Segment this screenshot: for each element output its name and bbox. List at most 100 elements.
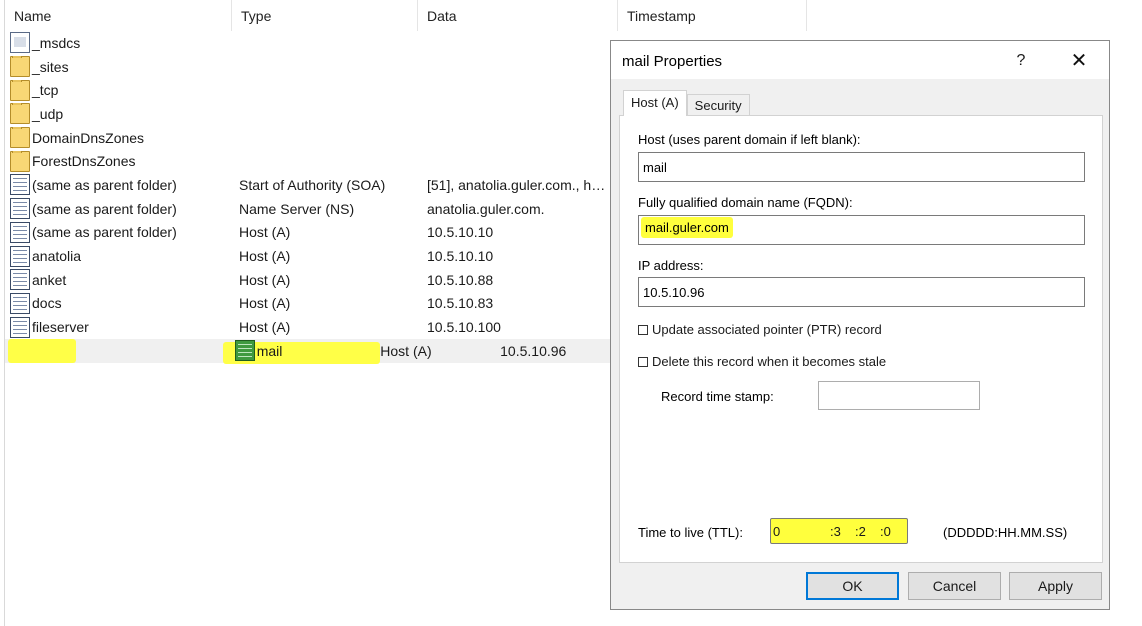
tab-security[interactable]: Security bbox=[686, 94, 750, 116]
ttl-input[interactable]: 0 :3 :2 :0 bbox=[770, 518, 908, 544]
row-name: fileserver bbox=[32, 319, 89, 336]
list-rows: _msdcs _sites _tcp _udp DomainDnsZones F… bbox=[5, 31, 615, 364]
ttl-days[interactable]: 0 bbox=[773, 524, 780, 539]
zone-icon bbox=[10, 32, 30, 54]
type-cell: Name Server (NS) bbox=[239, 200, 355, 217]
ip-address-input[interactable]: 10.5.10.96 bbox=[638, 277, 1085, 307]
folder-icon bbox=[10, 150, 30, 172]
data-cell: [51], anatolia.guler.com., ho... bbox=[427, 176, 610, 193]
list-item[interactable]: (same as parent folder) Name Server (NS)… bbox=[5, 197, 615, 221]
list-item[interactable]: docs Host (A) 10.5.10.83 bbox=[5, 292, 615, 316]
type-cell: Host (A) bbox=[239, 295, 291, 312]
column-header-name[interactable]: Name bbox=[5, 0, 232, 31]
name-cell: (same as parent folder) bbox=[5, 198, 234, 220]
tab-strip: Host (A) Security bbox=[623, 90, 750, 116]
ttl-format-hint: (DDDDD:HH.MM.SS) bbox=[943, 525, 1068, 540]
data-cell: 10.5.10.83 bbox=[427, 295, 494, 312]
row-name: (same as parent folder) bbox=[32, 200, 177, 217]
row-name: mail bbox=[256, 342, 283, 359]
data-cell: 10.5.10.100 bbox=[427, 319, 501, 336]
list-item[interactable]: _sites bbox=[5, 55, 615, 79]
row-name: _tcp bbox=[32, 82, 59, 99]
data-cell: 10.5.10.10 bbox=[427, 224, 494, 241]
ok-button[interactable]: OK bbox=[806, 572, 899, 600]
name-cell: ForestDnsZones bbox=[5, 150, 234, 172]
ttl-hours[interactable]: :3 bbox=[830, 524, 841, 539]
row-name: DomainDnsZones bbox=[32, 129, 145, 146]
name-cell: anatolia bbox=[5, 245, 234, 267]
delete-stale-checkbox[interactable]: Delete this record when it becomes stale bbox=[638, 354, 886, 369]
tab-host-a[interactable]: Host (A) bbox=[623, 90, 687, 116]
list-item-selected[interactable]: mail Host (A) 10.5.10.96 bbox=[5, 338, 615, 364]
folder-icon bbox=[10, 103, 30, 125]
ttl-seconds[interactable]: :0 bbox=[880, 524, 891, 539]
name-cell: _msdcs bbox=[5, 32, 234, 54]
type-cell: Host (A) bbox=[380, 342, 432, 359]
record-icon bbox=[10, 316, 30, 338]
name-cell: (same as parent folder) bbox=[5, 174, 234, 196]
column-header-data[interactable]: Data bbox=[418, 0, 618, 31]
fqdn-input[interactable]: mail.guler.com bbox=[638, 215, 1085, 245]
row-name: (same as parent folder) bbox=[32, 176, 177, 193]
list-item[interactable]: anatolia Host (A) 10.5.10.10 bbox=[5, 244, 615, 268]
name-cell: _sites bbox=[5, 56, 234, 78]
row-name: _udp bbox=[32, 105, 64, 122]
list-header: Name Type Data Timestamp bbox=[5, 0, 807, 31]
update-ptr-checkbox[interactable]: Update associated pointer (PTR) record bbox=[638, 322, 882, 337]
list-item[interactable]: (same as parent folder) Host (A) 10.5.10… bbox=[5, 221, 615, 245]
type-cell: Host (A) bbox=[239, 224, 291, 241]
list-item[interactable]: _udp bbox=[5, 102, 615, 126]
name-cell: _udp bbox=[5, 103, 234, 125]
cancel-button[interactable]: Cancel bbox=[908, 572, 1001, 600]
row-name: (same as parent folder) bbox=[32, 224, 177, 241]
list-item[interactable]: DomainDnsZones bbox=[5, 126, 615, 150]
help-button[interactable]: ? bbox=[1006, 49, 1036, 73]
list-item[interactable]: ForestDnsZones bbox=[5, 149, 615, 173]
ttl-minutes[interactable]: :2 bbox=[855, 524, 866, 539]
row-name: docs bbox=[32, 295, 62, 312]
update-ptr-label: Update associated pointer (PTR) record bbox=[652, 322, 882, 337]
record-icon bbox=[10, 292, 30, 314]
type-cell: Host (A) bbox=[239, 319, 291, 336]
apply-button[interactable]: Apply bbox=[1009, 572, 1102, 600]
record-icon bbox=[10, 269, 30, 291]
column-header-type[interactable]: Type bbox=[232, 0, 418, 31]
row-name: anket bbox=[32, 271, 67, 288]
record-icon bbox=[10, 174, 30, 196]
dialog-titlebar[interactable]: mail Properties ? ✕ bbox=[611, 41, 1109, 79]
host-a-panel: Host (uses parent domain if left blank):… bbox=[619, 115, 1103, 563]
record-icon bbox=[10, 245, 30, 267]
highlight-mark bbox=[8, 338, 76, 363]
name-cell: docs bbox=[5, 292, 234, 314]
list-item[interactable]: anket Host (A) 10.5.10.88 bbox=[5, 268, 615, 292]
host-label: Host (uses parent domain if left blank): bbox=[638, 132, 861, 147]
type-cell: Start of Authority (SOA) bbox=[239, 176, 386, 193]
list-item[interactable]: _msdcs bbox=[5, 31, 615, 55]
checkbox-box bbox=[638, 356, 648, 367]
record-icon bbox=[10, 198, 30, 220]
row-name: _sites bbox=[32, 58, 69, 75]
data-cell: anatolia.guler.com. bbox=[427, 200, 545, 217]
list-item[interactable]: (same as parent folder) Start of Authori… bbox=[5, 173, 615, 197]
type-cell: Host (A) bbox=[239, 271, 291, 288]
name-cell: mail bbox=[230, 340, 376, 362]
column-header-timestamp[interactable]: Timestamp bbox=[618, 0, 807, 31]
dialog-title: mail Properties bbox=[622, 53, 723, 70]
list-item[interactable]: fileserver Host (A) 10.5.10.100 bbox=[5, 315, 615, 339]
ip-address-label: IP address: bbox=[638, 258, 704, 273]
fqdn-label: Fully qualified domain name (FQDN): bbox=[638, 195, 853, 210]
data-cell: 10.5.10.88 bbox=[427, 271, 494, 288]
fqdn-value: mail.guler.com bbox=[641, 217, 733, 238]
folder-icon bbox=[10, 127, 30, 149]
close-button[interactable]: ✕ bbox=[1059, 49, 1099, 73]
folder-icon bbox=[10, 79, 30, 101]
name-cell: fileserver bbox=[5, 316, 234, 338]
host-input[interactable]: mail bbox=[638, 152, 1085, 182]
checkbox-box bbox=[638, 324, 648, 335]
record-icon bbox=[10, 221, 30, 243]
list-item[interactable]: _tcp bbox=[5, 78, 615, 102]
name-cell: _tcp bbox=[5, 79, 234, 101]
row-name: anatolia bbox=[32, 248, 82, 265]
properties-dialog: mail Properties ? ✕ Host (A) Security Ho… bbox=[610, 40, 1110, 610]
record-timestamp-label: Record time stamp: bbox=[661, 389, 774, 404]
